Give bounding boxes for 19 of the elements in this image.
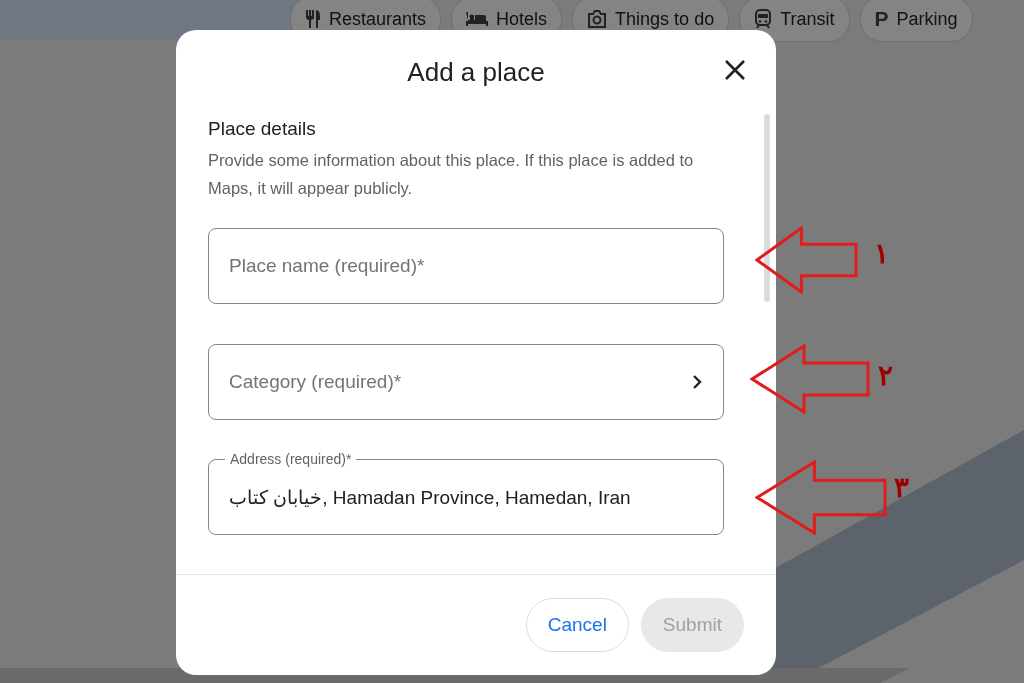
annotation-number: ۳ [894, 474, 909, 502]
scrollbar[interactable] [764, 114, 770, 302]
input-field[interactable]: Place name (required)* [208, 228, 724, 304]
chevron-right-icon [691, 374, 703, 390]
select-field[interactable]: Category (required)* [208, 344, 724, 420]
field-label: Address (required)* [229, 451, 353, 467]
dialog-title: Add a place [407, 56, 545, 88]
fork-knife-icon [305, 10, 321, 28]
annotation-number: ۱ [874, 240, 889, 268]
category-chip[interactable]: P Parking [859, 0, 973, 42]
description-text: Provide some information about this place. If this place is added to Maps, it will appear publicly. [208, 150, 695, 199]
section-title: Place details [208, 118, 317, 140]
train-icon [754, 9, 773, 29]
text-input[interactable]: خیابان کتاب, Hamadan Province, Hamedan, Iran [229, 486, 703, 509]
dialog-button[interactable]: Cancel [525, 598, 629, 652]
close-icon[interactable] [724, 59, 746, 81]
annotation-number: ۲ [878, 362, 893, 390]
camera-icon [587, 10, 608, 28]
bed-icon [466, 11, 489, 27]
